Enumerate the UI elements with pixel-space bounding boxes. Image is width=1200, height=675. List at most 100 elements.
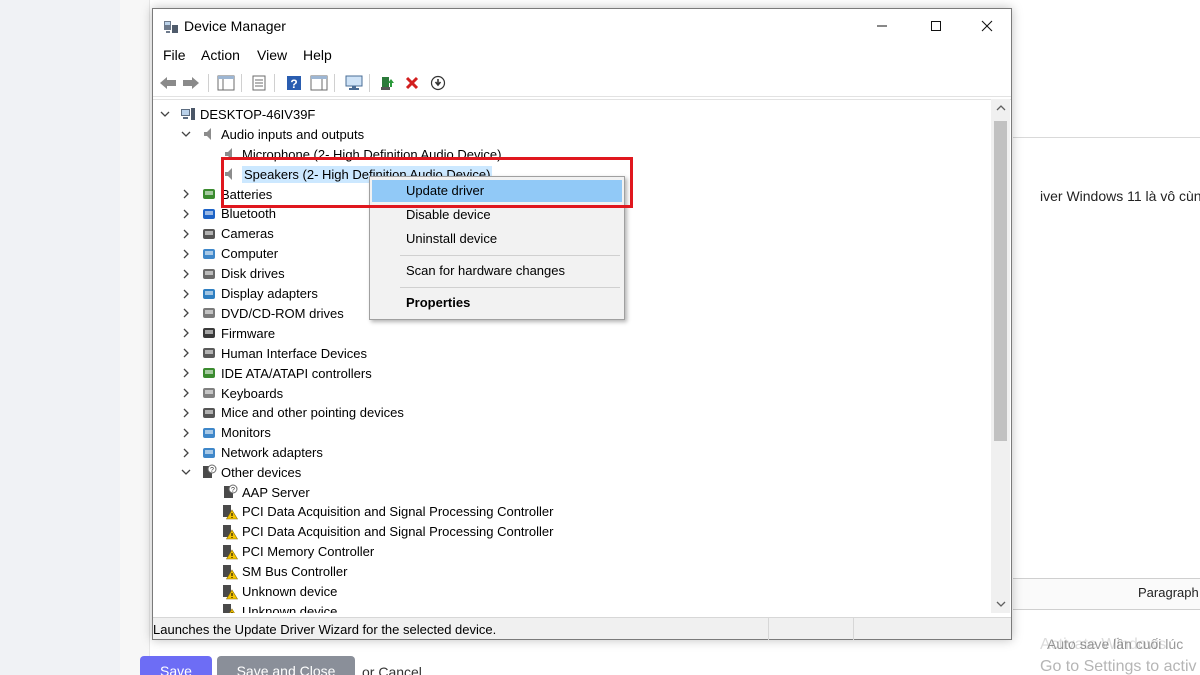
minimize-icon bbox=[877, 25, 887, 27]
expand-chevron-icon[interactable] bbox=[180, 208, 192, 220]
status-divider bbox=[768, 618, 769, 640]
tree-category-human-interface-devices[interactable]: Human Interface Devices bbox=[153, 343, 367, 363]
tree-category-audio[interactable]: Audio inputs and outputs bbox=[153, 124, 364, 144]
expand-chevron-icon[interactable] bbox=[180, 407, 192, 419]
menu-item-scan-hardware[interactable]: Scan for hardware changes bbox=[372, 260, 622, 282]
page-gutter bbox=[0, 0, 120, 675]
expand-chevron-icon[interactable] bbox=[180, 367, 192, 379]
scan-hardware-button[interactable] bbox=[343, 72, 365, 94]
expand-chevron-icon[interactable] bbox=[180, 248, 192, 260]
tree-device-other[interactable]: Unknown device bbox=[153, 582, 337, 602]
toolbar-separator bbox=[369, 74, 370, 92]
tree-category-firmware[interactable]: Firmware bbox=[153, 323, 275, 343]
tree-category-ide-ata-atapi-controllers[interactable]: IDE ATA/ATAPI controllers bbox=[153, 363, 372, 383]
device-category-icon bbox=[201, 425, 217, 441]
device-category-icon bbox=[201, 206, 217, 222]
save-button[interactable]: Save bbox=[140, 656, 212, 675]
menu-file[interactable]: File bbox=[163, 47, 186, 63]
category-label: Bluetooth bbox=[221, 206, 276, 222]
tree-category-dvd-cd-rom-drives[interactable]: DVD/CD-ROM drives bbox=[153, 303, 344, 323]
device-label: PCI Data Acquisition and Signal Processi… bbox=[242, 524, 554, 540]
show-hide-console-tree-button[interactable] bbox=[215, 72, 237, 94]
tree-category-network-adapters[interactable]: Network adapters bbox=[153, 443, 323, 463]
expand-chevron-icon[interactable] bbox=[180, 327, 192, 339]
tree-category-cameras[interactable]: Cameras bbox=[153, 224, 274, 244]
svg-text:?: ? bbox=[210, 467, 214, 474]
back-button[interactable] bbox=[157, 72, 179, 94]
tree-device-other[interactable]: Unknown device bbox=[153, 601, 337, 613]
update-driver-toolbar-button[interactable] bbox=[376, 72, 398, 94]
tree-category-mice-and-other-pointing-devices[interactable]: Mice and other pointing devices bbox=[153, 403, 404, 423]
tree-category-other-devices[interactable]: ? Other devices bbox=[153, 462, 301, 482]
menu-item-uninstall-device[interactable]: Uninstall device bbox=[372, 228, 622, 250]
expand-chevron-icon[interactable] bbox=[180, 288, 192, 300]
toolbar-separator bbox=[334, 74, 335, 92]
expand-chevron-icon[interactable] bbox=[180, 268, 192, 280]
expand-chevron-icon[interactable] bbox=[180, 387, 192, 399]
tree-device-other[interactable]: PCI Memory Controller bbox=[153, 542, 374, 562]
tree-category-disk-drives[interactable]: Disk drives bbox=[153, 264, 285, 284]
cancel-link[interactable]: or Cancel bbox=[362, 664, 422, 675]
toolbar: ? bbox=[153, 69, 1011, 97]
unknown-device-icon: ? bbox=[201, 464, 217, 480]
device-manager-window: Device Manager File Action View Help ? D… bbox=[152, 8, 1012, 640]
expand-chevron-icon[interactable] bbox=[180, 447, 192, 459]
close-button[interactable] bbox=[964, 9, 1010, 43]
menu-separator bbox=[400, 255, 620, 256]
device-category-icon bbox=[201, 266, 217, 282]
save-and-close-button[interactable]: Save and Close bbox=[217, 656, 355, 675]
editor-divider bbox=[1013, 137, 1200, 138]
vertical-scrollbar[interactable] bbox=[991, 99, 1010, 613]
tree-device-other[interactable]: PCI Data Acquisition and Signal Processi… bbox=[153, 522, 553, 542]
tree-category-keyboards[interactable]: Keyboards bbox=[153, 383, 283, 403]
action-pane-button[interactable] bbox=[308, 72, 330, 94]
category-label: Monitors bbox=[221, 425, 271, 441]
minimize-button[interactable] bbox=[859, 9, 905, 43]
expand-chevron-icon[interactable] bbox=[180, 427, 192, 439]
device-manager-icon bbox=[163, 19, 179, 35]
menu-item-properties[interactable]: Properties bbox=[372, 292, 622, 314]
tree-category-display-adapters[interactable]: Display adapters bbox=[153, 284, 318, 304]
collapse-chevron-icon[interactable] bbox=[159, 108, 171, 120]
menu-action[interactable]: Action bbox=[201, 47, 240, 63]
scrollbar-thumb[interactable] bbox=[994, 121, 1007, 441]
scroll-down-button[interactable] bbox=[991, 595, 1010, 613]
device-category-icon bbox=[201, 405, 217, 421]
tree-category-monitors[interactable]: Monitors bbox=[153, 423, 271, 443]
tree-device-other[interactable]: PCI Data Acquisition and Signal Processi… bbox=[153, 502, 553, 522]
category-label: IDE ATA/ATAPI controllers bbox=[221, 365, 372, 381]
scroll-up-button[interactable] bbox=[991, 99, 1010, 117]
close-icon bbox=[981, 20, 993, 32]
maximize-button[interactable] bbox=[913, 9, 959, 43]
category-label: Audio inputs and outputs bbox=[221, 126, 365, 142]
tree-root[interactable]: DESKTOP-46IV39F bbox=[153, 104, 315, 124]
device-label: PCI Data Acquisition and Signal Processi… bbox=[242, 504, 554, 520]
menu-view[interactable]: View bbox=[257, 47, 287, 63]
uninstall-toolbar-button[interactable] bbox=[401, 72, 423, 94]
collapse-chevron-icon[interactable] bbox=[180, 128, 192, 140]
paragraph-format-select[interactable]: Paragraph bbox=[1138, 585, 1199, 600]
tree-device-other[interactable]: SM Bus Controller bbox=[153, 562, 347, 582]
tree-category-computer[interactable]: Computer bbox=[153, 244, 278, 264]
help-toolbar-button[interactable]: ? bbox=[283, 72, 305, 94]
expand-chevron-icon[interactable] bbox=[180, 307, 192, 319]
category-label: Disk drives bbox=[221, 266, 285, 282]
collapse-chevron-icon[interactable] bbox=[180, 466, 192, 478]
device-category-icon bbox=[201, 286, 217, 302]
expand-chevron-icon[interactable] bbox=[180, 188, 192, 200]
device-category-icon bbox=[201, 325, 217, 341]
title-bar[interactable]: Device Manager bbox=[153, 9, 1011, 43]
expand-chevron-icon[interactable] bbox=[180, 347, 192, 359]
properties-toolbar-button[interactable] bbox=[248, 72, 270, 94]
enable-device-toolbar-button[interactable] bbox=[427, 72, 449, 94]
chevron-down-icon bbox=[996, 601, 1005, 607]
menu-separator bbox=[400, 287, 620, 288]
category-label: Display adapters bbox=[221, 286, 318, 301]
category-label: Cameras bbox=[221, 226, 274, 242]
menu-help[interactable]: Help bbox=[303, 47, 332, 63]
toolbar-separator bbox=[274, 74, 275, 92]
category-label: Firmware bbox=[221, 325, 276, 341]
forward-button[interactable] bbox=[180, 72, 202, 94]
expand-chevron-icon[interactable] bbox=[180, 228, 192, 240]
tree-device-other[interactable]: ? AAP Server bbox=[153, 482, 310, 502]
